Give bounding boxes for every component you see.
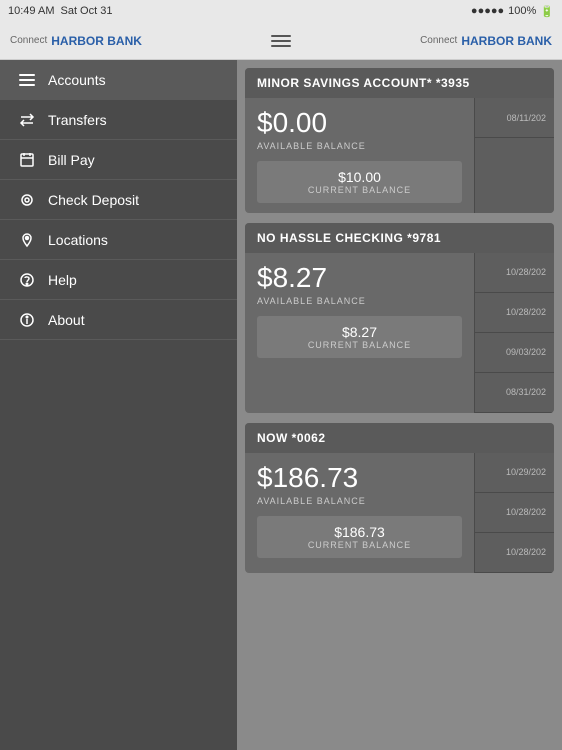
transfers-label: Transfers bbox=[48, 112, 107, 128]
status-right: ●●●●● 100% 🔋 bbox=[471, 5, 554, 18]
available-amount-checking: $8.27 bbox=[257, 263, 462, 294]
transaction-date: 08/31/202 bbox=[506, 387, 546, 397]
transaction-item bbox=[475, 138, 554, 213]
sidebar-item-locations[interactable]: Locations bbox=[0, 220, 237, 260]
hamburger-line-1 bbox=[271, 35, 291, 37]
checkdeposit-label: Check Deposit bbox=[48, 192, 139, 208]
sidebar-item-accounts[interactable]: Accounts bbox=[0, 60, 237, 100]
signal-icon: ●●●●● bbox=[471, 5, 504, 17]
current-amount-savings: $10.00 bbox=[269, 169, 450, 185]
nav-brand-left: Connect HARBOR BANK bbox=[10, 34, 142, 48]
status-left: 10:49 AM Sat Oct 31 bbox=[8, 5, 112, 17]
hamburger-line-2 bbox=[271, 40, 291, 42]
current-amount-checking: $8.27 bbox=[269, 324, 450, 340]
account-transactions-savings: 08/11/202 bbox=[474, 98, 554, 213]
nav-brand-right: Connect HARBOR BANK bbox=[420, 34, 552, 48]
account-card-checking: NO HASSLE CHECKING *9781 $8.27 AVAILABLE… bbox=[245, 223, 554, 413]
help-icon bbox=[16, 269, 38, 291]
account-transactions-now: 10/29/202 10/28/202 10/28/202 bbox=[474, 453, 554, 573]
current-amount-now: $186.73 bbox=[269, 524, 450, 540]
hamburger-menu[interactable] bbox=[271, 35, 291, 47]
battery: 100% bbox=[508, 5, 536, 17]
transaction-item[interactable]: 10/28/202 bbox=[475, 533, 554, 573]
account-card-now: NOW *0062 $186.73 AVAILABLE BALANCE $186… bbox=[245, 423, 554, 573]
hamburger-line-3 bbox=[271, 45, 291, 47]
sidebar-item-about[interactable]: About bbox=[0, 300, 237, 340]
transaction-date: 10/28/202 bbox=[506, 547, 546, 557]
current-label-now: CURRENT BALANCE bbox=[269, 540, 450, 550]
transaction-date: 10/29/202 bbox=[506, 467, 546, 477]
transaction-item[interactable]: 10/28/202 bbox=[475, 253, 554, 293]
transaction-item[interactable]: 08/31/202 bbox=[475, 373, 554, 413]
transaction-date: 10/28/202 bbox=[506, 267, 546, 277]
sidebar-item-billpay[interactable]: Bill Pay bbox=[0, 140, 237, 180]
bank-label-right: HARBOR BANK bbox=[461, 34, 552, 48]
account-header-savings: MINOR SAVINGS ACCOUNT* *3935 bbox=[245, 68, 554, 98]
available-label-now: AVAILABLE BALANCE bbox=[257, 496, 462, 506]
sidebar-item-checkdeposit[interactable]: Check Deposit bbox=[0, 180, 237, 220]
checkdeposit-icon bbox=[16, 189, 38, 211]
about-label: About bbox=[48, 312, 85, 328]
status-bar: 10:49 AM Sat Oct 31 ●●●●● 100% 🔋 bbox=[0, 0, 562, 22]
sidebar-item-help[interactable]: Help bbox=[0, 260, 237, 300]
account-title-now: NOW *0062 bbox=[257, 431, 326, 445]
content-area[interactable]: MINOR SAVINGS ACCOUNT* *3935 $0.00 AVAIL… bbox=[237, 60, 562, 750]
available-amount-now: $186.73 bbox=[257, 463, 462, 494]
bank-label-left: HARBOR BANK bbox=[51, 34, 142, 48]
account-main-savings: $0.00 AVAILABLE BALANCE $10.00 CURRENT B… bbox=[245, 98, 474, 213]
nav-bar: Connect HARBOR BANK Connect HARBOR BANK bbox=[0, 22, 562, 60]
transaction-date: 09/03/202 bbox=[506, 347, 546, 357]
available-label-checking: AVAILABLE BALANCE bbox=[257, 296, 462, 306]
transaction-date: 10/28/202 bbox=[506, 307, 546, 317]
account-body-now: $186.73 AVAILABLE BALANCE $186.73 CURREN… bbox=[245, 453, 554, 573]
connect-label-left: Connect bbox=[10, 35, 47, 46]
account-transactions-checking: 10/28/202 10/28/202 09/03/202 08/31/202 bbox=[474, 253, 554, 413]
account-main-checking: $8.27 AVAILABLE BALANCE $8.27 CURRENT BA… bbox=[245, 253, 474, 413]
sidebar: Accounts Transfers Bill Pay bbox=[0, 60, 237, 750]
time: 10:49 AM bbox=[8, 5, 54, 17]
transaction-item[interactable]: 10/29/202 bbox=[475, 453, 554, 493]
billpay-icon bbox=[16, 149, 38, 171]
account-title-checking: NO HASSLE CHECKING *9781 bbox=[257, 231, 441, 245]
current-balance-box-checking: $8.27 CURRENT BALANCE bbox=[257, 316, 462, 358]
current-label-checking: CURRENT BALANCE bbox=[269, 340, 450, 350]
battery-icon: 🔋 bbox=[540, 5, 554, 18]
account-body-checking: $8.27 AVAILABLE BALANCE $8.27 CURRENT BA… bbox=[245, 253, 554, 413]
current-label-savings: CURRENT BALANCE bbox=[269, 185, 450, 195]
accounts-icon bbox=[16, 69, 38, 91]
locations-icon bbox=[16, 229, 38, 251]
accounts-label: Accounts bbox=[48, 72, 106, 88]
transaction-date: 08/11/202 bbox=[507, 113, 546, 123]
connect-label-right: Connect bbox=[420, 35, 457, 46]
transaction-item[interactable]: 09/03/202 bbox=[475, 333, 554, 373]
account-card-savings: MINOR SAVINGS ACCOUNT* *3935 $0.00 AVAIL… bbox=[245, 68, 554, 213]
sidebar-item-transfers[interactable]: Transfers bbox=[0, 100, 237, 140]
transfers-icon bbox=[16, 109, 38, 131]
transaction-item[interactable]: 08/11/202 bbox=[475, 98, 554, 138]
available-amount-savings: $0.00 bbox=[257, 108, 462, 139]
account-body-savings: $0.00 AVAILABLE BALANCE $10.00 CURRENT B… bbox=[245, 98, 554, 213]
transaction-date: 10/28/202 bbox=[506, 507, 546, 517]
account-main-now: $186.73 AVAILABLE BALANCE $186.73 CURREN… bbox=[245, 453, 474, 573]
available-label-savings: AVAILABLE BALANCE bbox=[257, 141, 462, 151]
account-header-now: NOW *0062 bbox=[245, 423, 554, 453]
current-balance-box-savings: $10.00 CURRENT BALANCE bbox=[257, 161, 462, 203]
about-icon bbox=[16, 309, 38, 331]
date: Sat Oct 31 bbox=[60, 5, 112, 17]
current-balance-box-now: $186.73 CURRENT BALANCE bbox=[257, 516, 462, 558]
main-container: Accounts Transfers Bill Pay bbox=[0, 60, 562, 750]
billpay-label: Bill Pay bbox=[48, 152, 95, 168]
locations-label: Locations bbox=[48, 232, 108, 248]
help-label: Help bbox=[48, 272, 77, 288]
transaction-item[interactable]: 10/28/202 bbox=[475, 293, 554, 333]
account-header-checking: NO HASSLE CHECKING *9781 bbox=[245, 223, 554, 253]
account-title-savings: MINOR SAVINGS ACCOUNT* *3935 bbox=[257, 76, 470, 90]
transaction-item[interactable]: 10/28/202 bbox=[475, 493, 554, 533]
